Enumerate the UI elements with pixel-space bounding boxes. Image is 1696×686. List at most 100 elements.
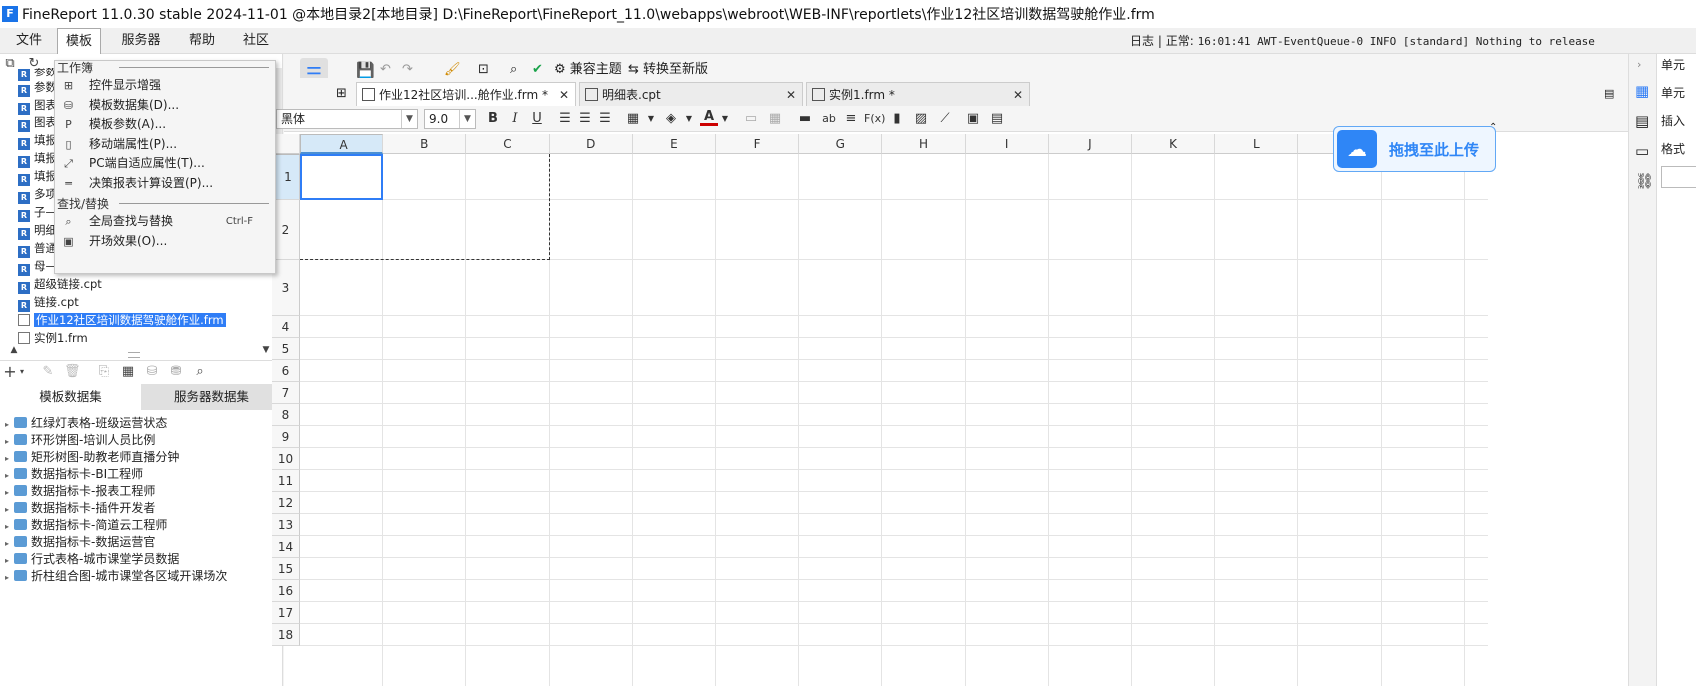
column-header[interactable]: K (1132, 134, 1216, 154)
row-header[interactable]: 12 (272, 492, 300, 514)
menu-help[interactable]: 帮助 (182, 28, 222, 54)
dataset-item[interactable]: ▸ 数据指标卡-简道云工程师 (0, 516, 167, 534)
row-header[interactable]: 16 (272, 580, 300, 602)
hyperlink-icon[interactable]: ⛓ (1635, 172, 1654, 190)
column-header[interactable]: G (799, 134, 883, 154)
fill-color-icon[interactable]: ◈ (662, 110, 680, 128)
align-center-icon[interactable]: ☰ (576, 110, 594, 128)
grid-layout-icon[interactable]: ⊞ (336, 82, 347, 106)
menu-item[interactable]: ▯ 移动端属性(P)... (55, 134, 275, 155)
row-header[interactable]: 14 (272, 536, 300, 558)
close-icon[interactable]: ✕ (559, 83, 569, 107)
log-label[interactable]: 日志 (1130, 34, 1154, 48)
menu-community[interactable]: 社区 (236, 28, 276, 54)
widget-props-icon[interactable]: ▭ (1635, 142, 1649, 160)
chevron-down-icon[interactable]: ▼ (642, 110, 660, 128)
border-icon[interactable]: ▦ (624, 110, 642, 128)
sub-report-icon[interactable]: ▣ (964, 110, 982, 128)
tree-item[interactable]: R 普通 (18, 239, 57, 258)
condition-icon[interactable]: ▤ (1635, 112, 1649, 130)
chart-icon[interactable]: ▮ (888, 110, 906, 128)
column-header[interactable]: F (716, 134, 800, 154)
doc-tab-2[interactable]: 明细表.cpt ✕ (579, 82, 803, 106)
column-header[interactable]: E (632, 134, 716, 154)
collapse-up-icon[interactable]: ▲ (6, 342, 22, 358)
tree-item[interactable]: R 母— (18, 257, 57, 276)
tree-item[interactable]: R 填报 (18, 167, 57, 186)
dataset-item[interactable]: ▸ 行式表格-城市课堂学员数据 (0, 550, 179, 568)
menu-item[interactable]: ⊞ 控件显示增强 (55, 75, 275, 96)
tree-item[interactable]: R 链接.cpt (18, 293, 79, 312)
row-header[interactable]: 18 (272, 624, 300, 646)
italic-icon[interactable]: I (506, 110, 524, 128)
doc-tab-3[interactable]: 实例1.frm * ✕ (806, 82, 1030, 106)
column-header[interactable]: B (383, 134, 467, 154)
chevron-down-icon[interactable]: ▼ (716, 110, 734, 128)
tree-item[interactable]: R 填报 (18, 149, 57, 168)
close-icon[interactable]: ✕ (786, 83, 796, 107)
tree-item[interactable]: R 子— (18, 203, 57, 222)
tree-item[interactable]: 作业12社区培训数据驾驶舱作业.frm (18, 311, 226, 329)
dataset-item[interactable]: ▸ 矩形树图-助教老师直播分钟 (0, 448, 179, 466)
row-header[interactable]: 10 (272, 448, 300, 470)
menu-item[interactable]: P 模板参数(A)... (55, 114, 275, 135)
drag-upload-widget[interactable]: ☁ 拖拽至此上传 (1333, 126, 1496, 172)
text-icon[interactable]: ab (820, 110, 838, 128)
formula-icon[interactable]: F(x) (864, 110, 885, 128)
row-header[interactable]: 9 (272, 426, 300, 448)
menu-item[interactable]: ⛁ 模板数据集(D)... (55, 95, 275, 116)
menu-item[interactable]: ⌕ 全局查找与替换 Ctrl-F (55, 211, 275, 232)
image-icon[interactable]: ▨ (912, 110, 930, 128)
align-right-icon[interactable]: ☰ (596, 110, 614, 128)
row-header[interactable]: 13 (272, 514, 300, 536)
row-header[interactable]: 4 (272, 316, 300, 338)
spreadsheet-grid[interactable]: ABCDEFGHIJKLMN12345678910111213141516171… (272, 134, 1488, 686)
edit-icon[interactable]: ✎ (40, 364, 56, 380)
format-field[interactable] (1661, 166, 1696, 188)
underline-icon[interactable]: U (528, 110, 546, 128)
dataset-item[interactable]: ▸ 数据指标卡-插件开发者 (0, 499, 155, 517)
row-header[interactable]: 6 (272, 360, 300, 382)
insert-row-icon[interactable]: ▬ (796, 110, 814, 128)
cell-properties-icon[interactable]: ▦ (1635, 82, 1649, 100)
tree-item[interactable]: R 图表 (18, 96, 57, 115)
row-header[interactable]: 11 (272, 470, 300, 492)
row-header[interactable]: 7 (272, 382, 300, 404)
dataset-item[interactable]: ▸ 折柱组合图-城市课堂各区域开课场次 (0, 567, 227, 585)
tree-item[interactable]: R 明细 (18, 221, 57, 240)
db-settings-icon[interactable]: ⛃ (168, 364, 184, 380)
doc-tab-1[interactable]: 作业12社区培训...舱作业.frm * ✕ (356, 82, 576, 106)
tab-list-icon[interactable]: ▤ (1604, 82, 1614, 106)
column-header[interactable]: L (1215, 134, 1299, 154)
tree-item[interactable]: R 多项 (18, 185, 57, 204)
menu-template[interactable]: 模板 (57, 28, 101, 54)
row-header[interactable]: 5 (272, 338, 300, 360)
tab-template-datasets[interactable]: 模板数据集 (0, 384, 141, 410)
preview-icon[interactable]: ▦ (120, 364, 136, 380)
expand-arrow-icon[interactable]: ▸ (0, 569, 14, 587)
tree-item[interactable]: R 填报 (18, 131, 57, 150)
dataset-item[interactable]: ▸ 环形饼图-培训人员比例 (0, 431, 155, 449)
align-left-icon[interactable]: ☰ (556, 110, 574, 128)
menu-item[interactable]: ▣ 开场效果(O)... (55, 231, 275, 252)
column-header[interactable]: C (466, 134, 550, 154)
column-header[interactable]: H (882, 134, 966, 154)
font-size-select[interactable]: 9.0 ▼ (424, 109, 476, 129)
db-icon[interactable]: ⛁ (144, 364, 160, 380)
menu-item[interactable]: ═ 决策报表计算设置(P)... (55, 173, 275, 194)
column-header[interactable]: A (300, 134, 384, 154)
row-header[interactable]: 8 (272, 404, 300, 426)
chevron-down-icon[interactable]: ▼ (680, 110, 698, 128)
tab-server-datasets[interactable]: 服务器数据集 (141, 384, 282, 410)
menu-server[interactable]: 服务器 (114, 28, 168, 54)
splitter-handle[interactable] (128, 352, 140, 358)
tree-item[interactable]: R 图表 (18, 113, 57, 132)
menu-item[interactable]: ⤢ PC端自适应属性(T)... (55, 153, 275, 174)
column-header[interactable]: I (965, 134, 1049, 154)
expand-icon[interactable]: › (1637, 58, 1641, 71)
bold-icon[interactable]: B (484, 110, 502, 128)
menu-file[interactable]: 文件 (8, 28, 50, 54)
row-header[interactable]: 17 (272, 602, 300, 624)
copy-icon[interactable]: ⎘ (96, 364, 112, 380)
paragraph-icon[interactable]: ≡ (842, 110, 860, 128)
